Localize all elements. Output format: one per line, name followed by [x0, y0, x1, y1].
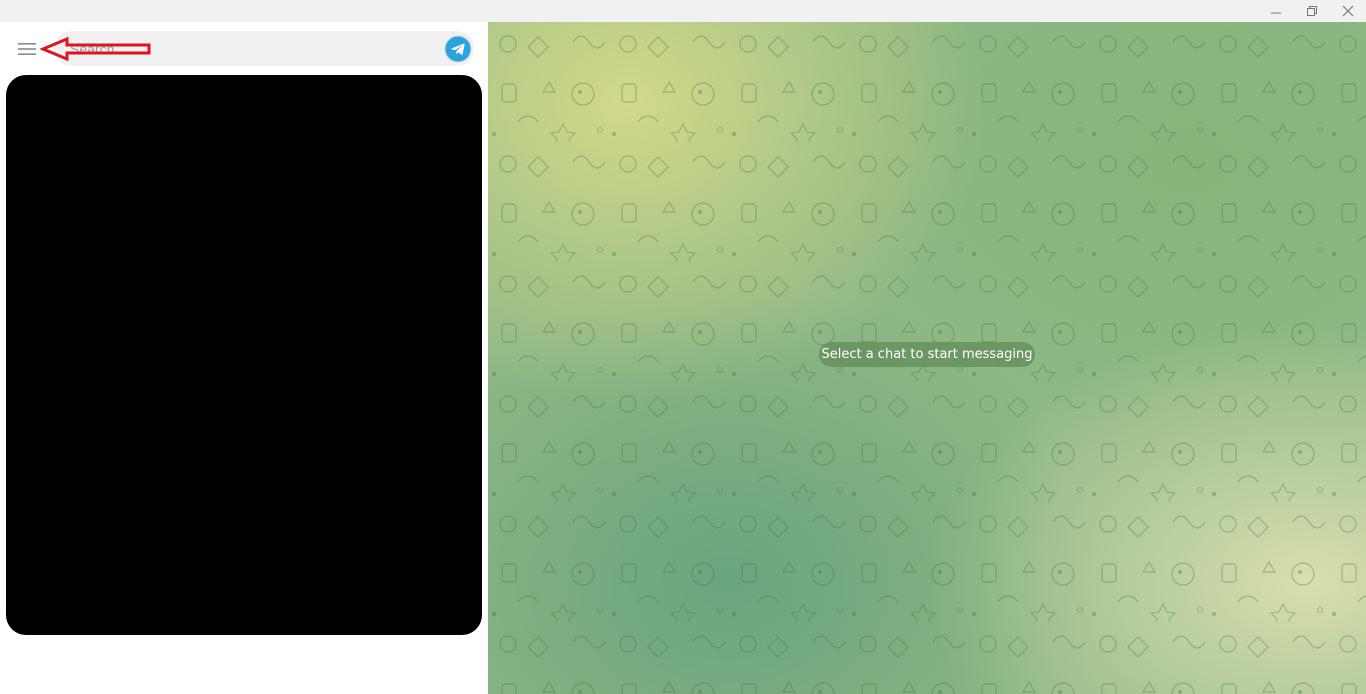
search-input[interactable]	[70, 31, 430, 66]
chat-background: Select a chat to start messaging	[488, 22, 1366, 694]
empty-state-message: Select a chat to start messaging	[819, 342, 1035, 367]
chat-list-redacted	[6, 75, 482, 635]
menu-button[interactable]	[11, 37, 43, 61]
search-box[interactable]	[54, 31, 474, 66]
sidebar	[0, 22, 488, 694]
restore-icon	[1307, 6, 1317, 16]
title-bar	[0, 0, 1366, 22]
telegram-logo-icon[interactable]	[444, 35, 472, 63]
minimize-button[interactable]	[1258, 0, 1294, 22]
close-icon	[1342, 5, 1354, 17]
minimize-icon	[1271, 12, 1281, 14]
restore-button[interactable]	[1294, 0, 1330, 22]
hamburger-menu-icon	[18, 43, 36, 55]
close-button[interactable]	[1330, 0, 1366, 22]
